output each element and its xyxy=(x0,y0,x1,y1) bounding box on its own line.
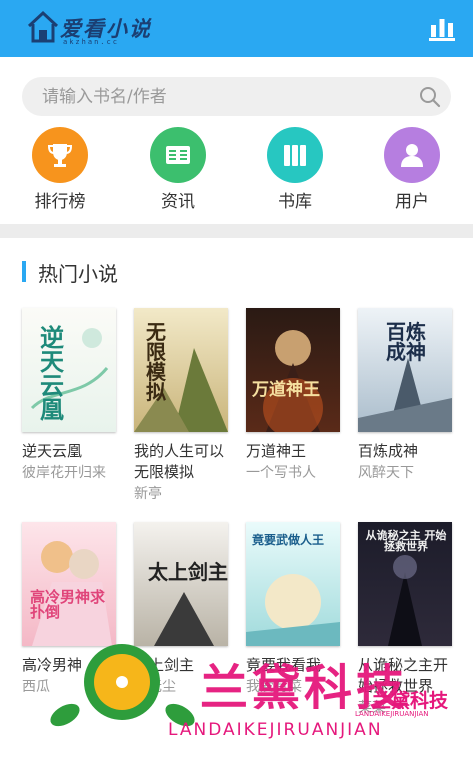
book-cover: 太上剑主 xyxy=(134,522,228,646)
cover-title: 逆天云凰 xyxy=(40,324,64,424)
top-panel: 排行榜 资讯 xyxy=(0,57,473,224)
cover-title: 万道神王 xyxy=(252,380,320,400)
book-name: 我的人生可以无限模拟 xyxy=(134,442,225,481)
nav-library-circle xyxy=(267,127,323,183)
nav-user-circle xyxy=(384,127,440,183)
nav-ranking[interactable]: 排行榜 xyxy=(5,127,115,217)
book-card[interactable]: 竟要武做人王 竟要我看我 我爱有菜 xyxy=(246,522,340,696)
cover-art xyxy=(263,330,323,432)
book-author: 彼岸花开归来 xyxy=(22,465,106,481)
cover-title: 高冷男神求扑倒 xyxy=(30,588,106,621)
cover-title: 竟要武做人王 xyxy=(252,533,325,547)
book-cover: 高冷男神求扑倒 xyxy=(22,522,116,646)
book-name: 百炼成神 xyxy=(358,442,419,460)
cover-title: 从诡秘之主 开始拯救世界 xyxy=(365,529,447,553)
cover-title: 无限模拟 xyxy=(146,320,166,404)
nav-ranking-label: 排行榜 xyxy=(34,192,86,212)
book-cover: 无限模拟 xyxy=(134,308,228,432)
cover-art xyxy=(32,541,112,646)
book-name: 万道神王 xyxy=(246,442,307,460)
books-icon xyxy=(284,145,306,166)
quick-nav: 排行榜 资讯 书库 用户 xyxy=(0,127,473,217)
ranking-button[interactable] xyxy=(429,15,455,41)
section-accent-bar xyxy=(22,261,26,282)
nav-news[interactable]: 资讯 xyxy=(123,127,233,217)
nav-library[interactable]: 书库 xyxy=(240,127,350,217)
book-cover: 从诡秘之主 开始拯救世界 xyxy=(358,522,452,646)
book-card[interactable]: 逆天云凰 逆天云凰 彼岸花开归来 xyxy=(22,308,116,482)
book-cover: 万道神王 xyxy=(246,308,340,432)
book-author: 一个写书人 xyxy=(246,465,316,481)
book-cover: 竟要武做人王 xyxy=(246,522,340,646)
book-author: 月无尘 xyxy=(134,679,176,695)
house-logo-icon xyxy=(27,10,59,43)
section-title: 热门小说 xyxy=(38,262,118,286)
nav-ranking-circle xyxy=(32,127,88,183)
trophy-icon xyxy=(47,144,73,167)
site-logo[interactable]: 爱看小说 akzhan.cc xyxy=(26,9,156,49)
book-name: 竟要我看我 xyxy=(246,656,322,674)
book-author: 新亭 xyxy=(134,486,162,502)
book-author: 我爱有菜 xyxy=(246,679,302,695)
cover-title: 太上剑主 xyxy=(148,560,228,584)
search-icon[interactable] xyxy=(419,86,441,108)
book-card[interactable]: 从诡秘之主 开始拯救世界 从诡秘之主开始拯救世界 菜菜 xyxy=(358,522,452,717)
nav-library-label: 书库 xyxy=(278,192,312,212)
nav-user[interactable]: 用户 xyxy=(357,127,467,217)
bar-chart-icon xyxy=(429,19,455,41)
book-name: 太上剑主 xyxy=(134,656,195,674)
book-card[interactable]: 百炼成神 百炼成神 风醉天下 xyxy=(358,308,452,482)
nav-news-label: 资讯 xyxy=(161,192,195,212)
app-header: 爱看小说 akzhan.cc xyxy=(0,0,473,57)
book-name: 高冷男神 xyxy=(22,656,83,674)
cover-art xyxy=(154,592,214,646)
book-card[interactable]: 太上剑主 太上剑主 月无尘 xyxy=(134,522,228,696)
book-cover: 百炼成神 xyxy=(358,308,452,432)
news-icon xyxy=(166,146,190,164)
book-cover: 逆天云凰 xyxy=(22,308,116,432)
search-input[interactable] xyxy=(42,77,412,116)
search-bar xyxy=(22,77,451,116)
logo-subtext: akzhan.cc xyxy=(63,38,119,46)
hot-novels-section: 热门小说 逆天云凰 逆天云凰 彼岸花开归来 无限模拟 我的人生可以无限模拟 新亭 xyxy=(0,238,473,757)
nav-news-circle xyxy=(150,127,206,183)
book-card[interactable]: 万道神王 万道神王 一个写书人 xyxy=(246,308,340,482)
book-author: 菜菜 xyxy=(358,700,386,716)
book-author: 风醉天下 xyxy=(358,465,414,481)
nav-user-label: 用户 xyxy=(395,192,429,212)
book-name: 逆天云凰 xyxy=(22,442,83,460)
cover-title: 百炼成神 xyxy=(386,320,426,364)
book-name: 从诡秘之主开始拯救世界 xyxy=(358,656,449,695)
book-card[interactable]: 无限模拟 我的人生可以无限模拟 新亭 xyxy=(134,308,228,503)
user-icon xyxy=(401,144,423,167)
book-card[interactable]: 高冷男神求扑倒 高冷男神 西瓜 xyxy=(22,522,116,696)
book-author: 西瓜 xyxy=(22,679,50,695)
